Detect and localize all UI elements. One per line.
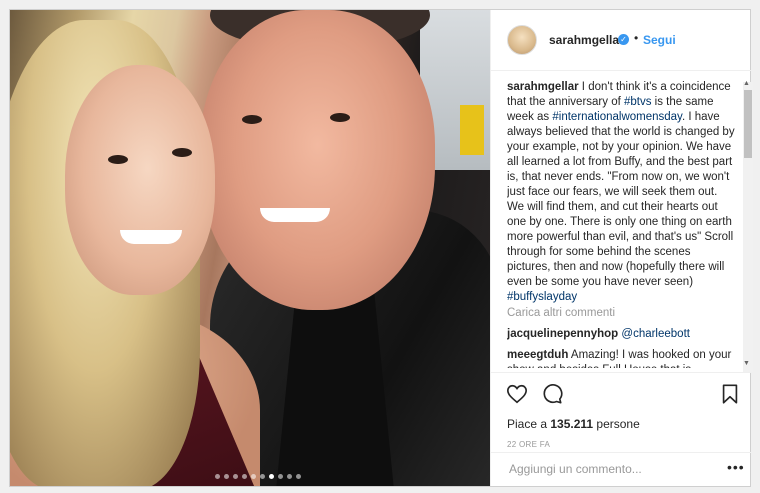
carousel-dot[interactable]	[269, 474, 274, 479]
likes-prefix: Piace a	[507, 417, 551, 431]
comment-username[interactable]: jacquelinepennyhop	[507, 328, 618, 340]
photo-eye	[330, 113, 350, 122]
comment-username[interactable]: meeegtduh	[507, 349, 568, 361]
carousel-dot[interactable]	[242, 474, 247, 479]
photo-eye	[242, 115, 262, 124]
comment-item: meeegtduh Amazing! I was hooked on your …	[507, 348, 735, 368]
heart-icon[interactable]	[506, 383, 528, 405]
likes-number: 135.211	[550, 417, 594, 431]
photo-eye	[172, 148, 192, 157]
photo-face-man	[200, 10, 435, 310]
photo-eye	[108, 155, 128, 164]
comment-item: jacquelinepennyhop @charleebott	[507, 327, 735, 342]
post-modal: sarahmgellar ✓ • Segui sarahmgellar I do…	[9, 9, 753, 487]
carousel-dot[interactable]	[251, 474, 256, 479]
carousel-dot[interactable]	[278, 474, 283, 479]
carousel-dot[interactable]	[287, 474, 292, 479]
photo-smile	[120, 230, 182, 244]
load-more-comments-link[interactable]: Carica altri commenti	[507, 306, 735, 321]
carousel-dot[interactable]	[224, 474, 229, 479]
carousel-dots	[215, 474, 301, 479]
avatar[interactable]	[507, 25, 537, 55]
scrollbar-thumb[interactable]	[744, 90, 752, 158]
scroll-up-arrow-icon[interactable]: ▲	[743, 80, 750, 87]
comment-icon[interactable]	[541, 383, 563, 405]
post-photo[interactable]	[10, 10, 490, 486]
post-timestamp[interactable]: 22 ORE FA	[507, 440, 550, 449]
caption: sarahmgellar I don't think it's a coinci…	[507, 80, 735, 305]
carousel-dot[interactable]	[233, 474, 238, 479]
scroll-down-arrow-icon[interactable]: ▼	[743, 360, 750, 367]
likes-count[interactable]: Piace a 135.211 persone	[507, 417, 640, 431]
carousel-dot[interactable]	[296, 474, 301, 479]
add-comment-bar: •••	[491, 452, 751, 487]
comment-input[interactable]	[507, 461, 711, 477]
post-side-panel: sarahmgellar ✓ • Segui sarahmgellar I do…	[490, 10, 753, 487]
comments-list[interactable]: sarahmgellar I don't think it's a coinci…	[507, 80, 735, 368]
carousel-dot[interactable]	[215, 474, 220, 479]
post-header: sarahmgellar ✓ • Segui	[491, 10, 751, 71]
photo-face-woman	[65, 65, 215, 295]
hashtag-link[interactable]: #internationalwomensday	[552, 111, 682, 123]
more-options-icon[interactable]: •••	[727, 459, 745, 475]
likes-suffix: persone	[593, 417, 640, 431]
header-separator: •	[634, 31, 639, 45]
comment-mention[interactable]: @charleebott	[621, 328, 690, 340]
bookmark-icon[interactable]	[719, 383, 741, 405]
follow-button[interactable]: Segui	[643, 33, 676, 47]
hashtag-link[interactable]: #buffyslayday	[507, 291, 577, 303]
carousel-dot[interactable]	[260, 474, 265, 479]
post-actions: Piace a 135.211 persone 22 ORE FA	[491, 372, 751, 453]
username-link[interactable]: sarahmgellar	[549, 33, 624, 47]
caption-text: . I have always believed that the world …	[507, 111, 735, 288]
photo-background-sign	[460, 105, 484, 155]
hashtag-link[interactable]: #btvs	[624, 96, 652, 108]
verified-icon: ✓	[618, 34, 629, 45]
photo-smile	[260, 208, 330, 222]
caption-username[interactable]: sarahmgellar	[507, 81, 579, 93]
